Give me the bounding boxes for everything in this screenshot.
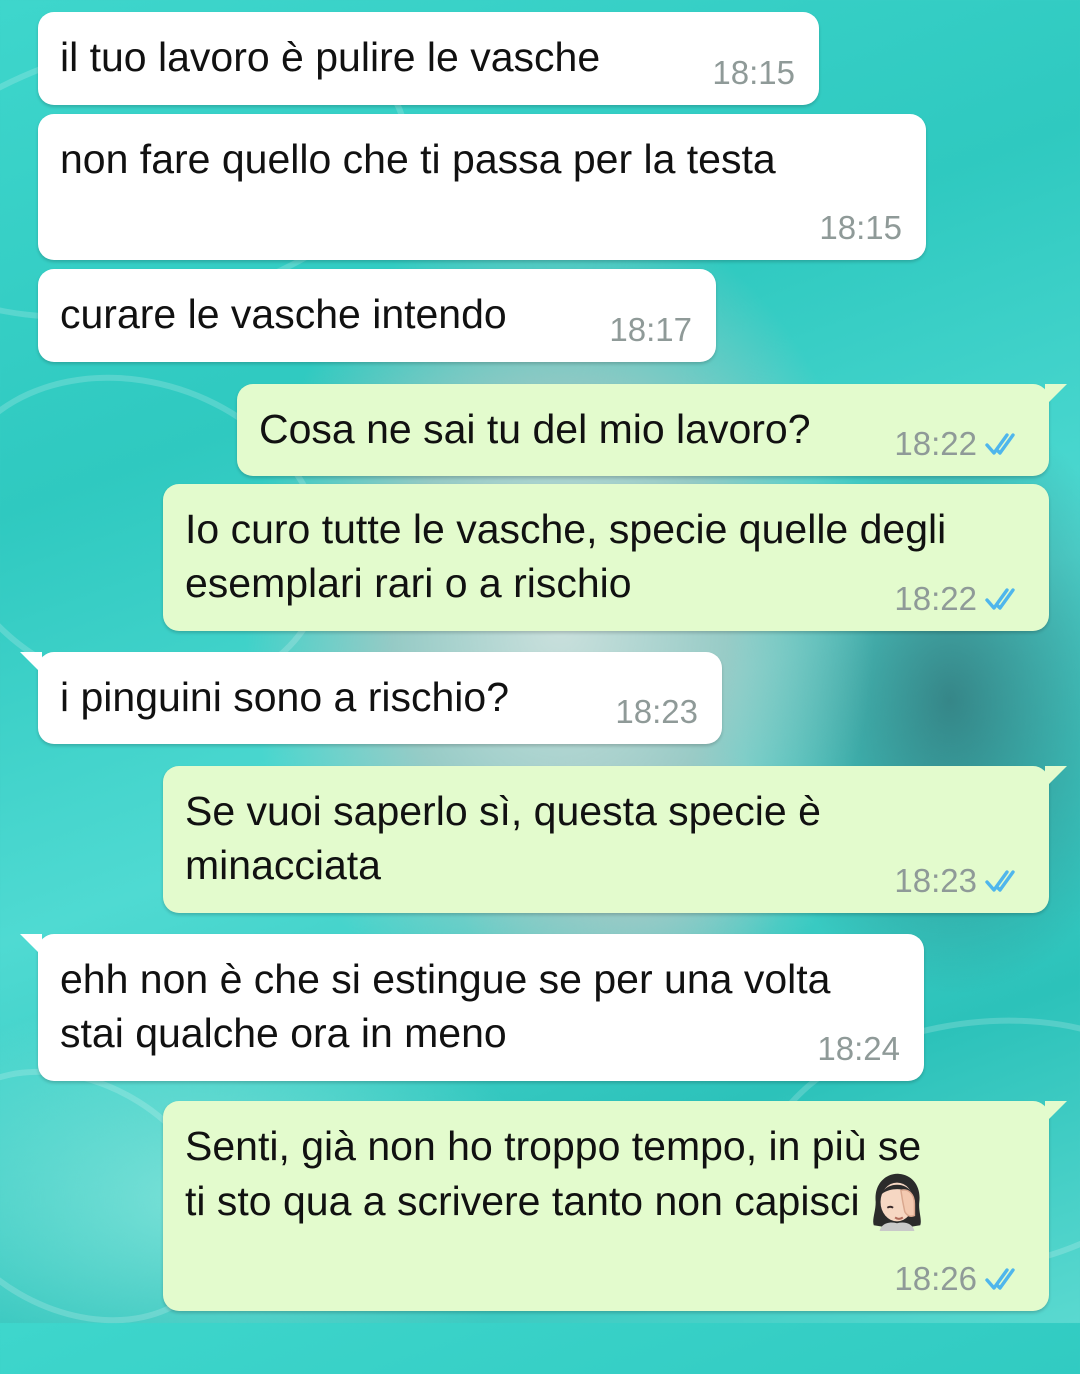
message-timestamp: 18:23: [894, 863, 1025, 899]
message-bubble-outgoing[interactable]: Se vuoi saperlo sì, questa specie è mina…: [163, 766, 1067, 913]
message-text: curare le vasche intendo: [60, 291, 507, 337]
message-timestamp: 18:23: [615, 693, 698, 730]
message-text: non fare quello che ti passa per la test…: [60, 136, 776, 182]
message-bubble-incoming[interactable]: ehh non è che si estingue se per una vol…: [20, 934, 924, 1081]
read-ticks-icon: [985, 588, 1015, 610]
read-ticks-icon: [985, 1268, 1015, 1290]
message-bubble-incoming[interactable]: il tuo lavoro è pulire le vasche 18:15: [38, 12, 819, 105]
message-timestamp: 18:24: [817, 1030, 900, 1067]
bubble-tail: [1045, 766, 1067, 788]
message-timestamp: 18:22: [894, 426, 1025, 462]
message-bubble-outgoing[interactable]: Senti, già non ho troppo tempo, in più s…: [163, 1101, 1067, 1311]
message-timestamp: 18:17: [609, 311, 692, 348]
bubble-tail: [1045, 384, 1067, 406]
woman-facepalming-icon: [872, 1173, 921, 1231]
message-timestamp: 18:15: [819, 209, 902, 246]
message-timestamp: 18:22: [894, 581, 1025, 617]
message-bubble-incoming[interactable]: curare le vasche intendo 18:17: [38, 269, 716, 362]
message-timestamp: 18:26: [894, 1261, 1025, 1297]
read-ticks-icon: [985, 433, 1015, 455]
message-text: ehh non è che si estingue se per una vol…: [60, 956, 831, 1056]
chat-area[interactable]: il tuo lavoro è pulire le vasche 18:15 n…: [0, 0, 1080, 1323]
bubble-tail: [20, 652, 42, 674]
message-text: il tuo lavoro è pulire le vasche: [60, 34, 601, 80]
message-text: i pinguini sono a rischio?: [60, 674, 509, 720]
message-text: Senti, già non ho troppo tempo, in più s…: [185, 1119, 1025, 1235]
message-bubble-incoming[interactable]: non fare quello che ti passa per la test…: [38, 114, 926, 260]
message-timestamp: 18:15: [712, 54, 795, 91]
read-ticks-icon: [985, 870, 1015, 892]
message-bubble-outgoing[interactable]: Io curo tutte le vasche, specie quelle d…: [163, 484, 1049, 631]
message-bubble-outgoing[interactable]: Cosa ne sai tu del mio lavoro? 18:22: [237, 384, 1067, 476]
bubble-tail: [1045, 1101, 1067, 1123]
bubble-tail: [20, 934, 42, 956]
message-bubble-incoming[interactable]: i pinguini sono a rischio? 18:23: [20, 652, 722, 744]
